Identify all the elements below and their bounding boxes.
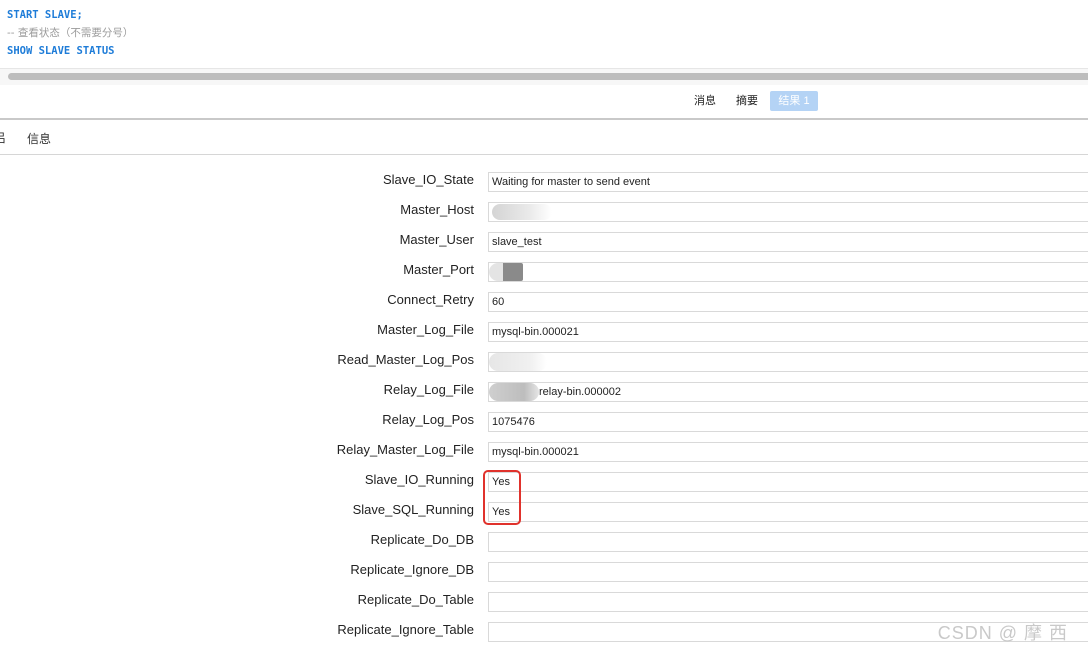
field-value-input[interactable]: Yes <box>488 472 1088 492</box>
highlight-annotation-box <box>483 470 521 525</box>
form-row-replicate-do-db: Replicate_Do_DB <box>0 526 1088 556</box>
result-tab-bar: 消息 摘要 结果 1 <box>0 85 1088 120</box>
field-label: Master_User <box>399 232 474 247</box>
field-label: Master_Port <box>403 262 474 277</box>
field-label: Replicate_Ignore_Table <box>337 622 474 637</box>
redacted-value <box>489 353 547 371</box>
sql-line-1: START SLAVE; <box>7 6 83 24</box>
redacted-value <box>489 383 539 401</box>
sql-editor[interactable]: START SLAVE; -- 查看状态（不需要分号） SHOW SLAVE S… <box>0 0 1088 68</box>
field-value-input[interactable] <box>488 532 1088 552</box>
form-row-master-user: Master_User slave_test <box>0 226 1088 256</box>
sql-comment-text: 查看状态（不需要分号） <box>17 27 134 39</box>
field-value: mysql-bin.000021 <box>492 446 579 458</box>
form-row-slave-io-state: Slave_IO_State Waiting for master to sen… <box>0 166 1088 196</box>
field-label: Relay_Log_File <box>383 382 474 397</box>
field-value-input[interactable]: 1075476 <box>488 412 1088 432</box>
field-value-input[interactable]: relay-bin.000002 <box>488 382 1088 402</box>
field-value-input[interactable]: 60 <box>488 292 1088 312</box>
field-label: Master_Log_File <box>377 322 474 337</box>
field-label: Relay_Master_Log_File <box>336 442 474 457</box>
form-row-relay-log-pos: Relay_Log_Pos 1075476 <box>0 406 1088 436</box>
field-value: 60 <box>492 296 505 308</box>
csdn-watermark: CSDN @ 摩 西 <box>937 623 1068 643</box>
field-value-input[interactable] <box>488 562 1088 582</box>
form-row-replicate-ignore-table: Replicate_Ignore_Table <box>0 616 1088 646</box>
tab-result-1[interactable]: 结果 1 <box>770 91 818 111</box>
field-value-input[interactable]: Yes <box>488 502 1088 522</box>
view-tab-bar: 吕 信息 <box>0 120 1088 155</box>
redacted-value <box>489 263 523 281</box>
editor-horizontal-scrollbar[interactable] <box>0 68 1088 86</box>
field-value-input[interactable] <box>488 592 1088 612</box>
tab-summary[interactable]: 摘要 <box>730 91 764 111</box>
field-value-input[interactable] <box>488 352 1088 372</box>
field-label: Connect_Retry <box>387 292 474 307</box>
sql-line-3-text: SHOW SLAVE STATUS <box>7 45 115 57</box>
field-label: Read_Master_Log_Pos <box>337 352 474 367</box>
form-row-read-master-log-pos: Read_Master_Log_Pos <box>0 346 1088 376</box>
field-value: mysql-bin.000021 <box>492 326 579 338</box>
field-value: Waiting for master to send event <box>492 176 650 188</box>
field-label: Replicate_Ignore_DB <box>350 562 474 577</box>
sql-line-3: SHOW SLAVE STATUS <box>7 42 114 60</box>
form-row-relay-log-file: Relay_Log_File relay-bin.000002 <box>0 376 1088 406</box>
tab-grid-partial[interactable]: 吕 <box>0 129 6 146</box>
form-row-replicate-do-table: Replicate_Do_Table <box>0 586 1088 616</box>
field-label: Replicate_Do_Table <box>357 592 474 607</box>
form-row-master-port: Master_Port <box>0 256 1088 286</box>
tab-messages[interactable]: 消息 <box>688 91 722 111</box>
scrollbar-thumb[interactable] <box>8 73 1088 80</box>
field-value: 1075476 <box>492 416 535 428</box>
field-value-input[interactable]: slave_test <box>488 232 1088 252</box>
field-label: Slave_SQL_Running <box>352 502 474 517</box>
redacted-value <box>492 204 552 221</box>
sql-comment-prefix: -- <box>7 27 18 39</box>
field-value-input[interactable]: Waiting for master to send event <box>488 172 1088 192</box>
field-value-input[interactable] <box>488 202 1088 222</box>
field-label: Slave_IO_Running <box>364 472 474 487</box>
form-row-master-log-file: Master_Log_File mysql-bin.000021 <box>0 316 1088 346</box>
tab-info[interactable]: 信息 <box>27 130 51 147</box>
field-label: Master_Host <box>400 202 474 217</box>
field-label: Replicate_Do_DB <box>370 532 474 547</box>
form-row-master-host: Master_Host <box>0 196 1088 226</box>
field-value: relay-bin.000002 <box>539 386 621 398</box>
form-row-relay-master-log-file: Relay_Master_Log_File mysql-bin.000021 <box>0 436 1088 466</box>
field-value-input[interactable]: mysql-bin.000021 <box>488 442 1088 462</box>
field-value: slave_test <box>492 236 542 248</box>
sql-line-2: -- 查看状态（不需要分号） <box>7 24 133 42</box>
field-value-input[interactable] <box>488 262 1088 282</box>
form-row-slave-sql-running: Slave_SQL_Running Yes <box>0 496 1088 526</box>
field-label: Slave_IO_State <box>382 172 474 187</box>
form-row-slave-io-running: Slave_IO_Running Yes <box>0 466 1088 496</box>
field-label: Relay_Log_Pos <box>382 412 474 427</box>
form-row-connect-retry: Connect_Retry 60 <box>0 286 1088 316</box>
form-row-replicate-ignore-db: Replicate_Ignore_DB <box>0 556 1088 586</box>
field-value-input[interactable]: mysql-bin.000021 <box>488 322 1088 342</box>
sql-line-1-text: START SLAVE; <box>7 9 83 21</box>
